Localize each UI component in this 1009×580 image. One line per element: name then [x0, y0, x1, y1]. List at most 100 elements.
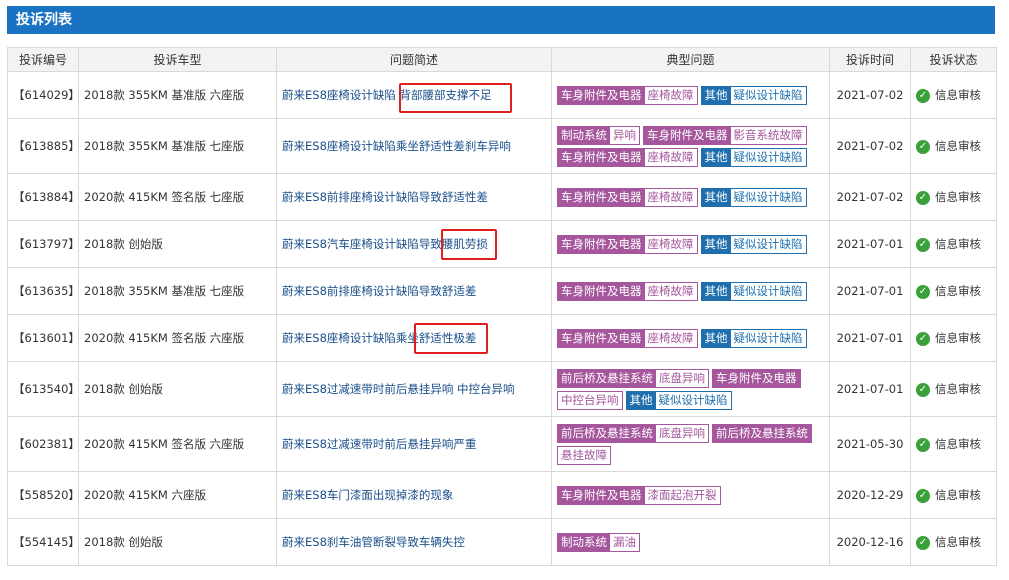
complaint-summary-link[interactable]: 蔚来ES8座椅设计缺陷 背部腰部支撑不足 [276, 71, 552, 119]
complaint-id: 【602381】 [7, 416, 80, 472]
issue-tag[interactable]: 车身附件及电器 漆面起泡开裂 [557, 486, 721, 505]
issue-tag[interactable]: 车身附件及电器 座椅故障 [557, 148, 698, 167]
status-text: 信息审核 [935, 382, 981, 396]
status-text: 信息审核 [935, 488, 981, 502]
issue-tag[interactable]: 其他 疑似设计缺陷 [625, 391, 732, 410]
complaint-summary-text[interactable]: 蔚来ES8过减速带时前后悬挂异响严重 [282, 437, 476, 451]
status-text: 信息审核 [935, 237, 981, 251]
complaint-summary-link[interactable]: 蔚来ES8过减速带时前后悬挂异响严重 [276, 416, 552, 472]
issue-tag[interactable]: 前后桥及悬挂系统 底盘异响 [557, 424, 709, 443]
issue-tag[interactable]: 其他 疑似设计缺陷 [700, 329, 807, 348]
complaint-summary-link[interactable]: 蔚来ES8前排座椅设计缺陷导致舒适性差 [276, 173, 552, 221]
complaint-date: 2021-05-30 [829, 416, 911, 472]
complaint-id: 【613884】 [7, 173, 80, 221]
section-title-bar: 投诉列表 [7, 6, 995, 34]
issue-tag-category: 前后桥及悬挂系统 [713, 425, 811, 442]
complaint-summary-link[interactable]: 蔚来ES8刹车油管断裂导致车辆失控 [276, 518, 552, 566]
table-row[interactable]: 【613635】 2018款 355KM 基准版 七座版 蔚来ES8前排座椅设计缺陷… [7, 267, 997, 315]
status-text: 信息审核 [935, 535, 981, 549]
complaint-id: 【613601】 [7, 314, 80, 362]
check-circle-icon: ✓ [916, 237, 930, 252]
issue-tag-subcategory: 疑似设计缺陷 [730, 189, 806, 206]
status-text: 信息审核 [935, 190, 981, 204]
issue-tag-category: 其他 [626, 392, 656, 409]
issue-tag[interactable]: 车身附件及电器 影音系统故障 [643, 126, 807, 145]
check-circle-icon: ✓ [916, 535, 930, 550]
complaint-model: 2020款 415KM 签名版 六座版 [78, 416, 277, 472]
typical-issue-cell: 车身附件及电器 座椅故障 其他 疑似设计缺陷 [551, 314, 830, 362]
complaint-summary-text[interactable]: 蔚来ES8座椅设计缺陷乘坐舒适性差刹车异响 [282, 139, 511, 153]
table-row[interactable]: 【614029】 2018款 355KM 基准版 六座版 蔚来ES8座椅设计缺陷 背… [7, 71, 997, 119]
complaint-status: ✓ 信息审核 [910, 71, 997, 119]
complaint-summary-link[interactable]: 蔚来ES8座椅设计缺陷乘坐舒适性极差 [276, 314, 552, 362]
complaint-summary-link[interactable]: 蔚来ES8汽车座椅设计缺陷导致腰肌劳损 [276, 220, 552, 268]
table-row[interactable]: 【558520】 2020款 415KM 六座版 蔚来ES8车门漆面出现掉漆的现象 车… [7, 471, 997, 519]
table-row[interactable]: 【613797】 2018款 创始版 蔚来ES8汽车座椅设计缺陷导致腰肌劳损 车身附件… [7, 220, 997, 268]
complaint-summary-text[interactable]: 蔚来ES8车门漆面出现掉漆的现象 [282, 488, 453, 502]
issue-tag[interactable]: 车身附件及电器 座椅故障 [557, 188, 698, 207]
issue-tag-category: 其他 [701, 283, 731, 300]
issue-tag[interactable]: 车身附件及电器 座椅故障 [557, 282, 698, 301]
complaint-summary-link[interactable]: 蔚来ES8过减速带时前后悬挂异响 中控台异响 [276, 361, 552, 417]
issue-tag[interactable]: 制动系统 异响 [557, 126, 640, 145]
issue-tag[interactable]: 其他 疑似设计缺陷 [700, 188, 807, 207]
issue-tag[interactable]: 其他 疑似设计缺陷 [700, 282, 807, 301]
issue-tag[interactable]: 其他 疑似设计缺陷 [700, 86, 807, 105]
complaint-summary-text[interactable]: 蔚来ES8座椅设计缺陷 背部腰部支撑不足 [282, 88, 492, 102]
table-row[interactable]: 【613884】 2020款 415KM 签名版 七座版 蔚来ES8前排座椅设计缺陷… [7, 173, 997, 221]
issue-tag[interactable]: 前后桥及悬挂系统 底盘异响 [557, 369, 709, 388]
complaint-status: ✓ 信息审核 [910, 173, 997, 221]
table-row[interactable]: 【554145】 2018款 创始版 蔚来ES8刹车油管断裂导致车辆失控 制动系统 漏油… [7, 518, 997, 566]
complaint-summary-text[interactable]: 蔚来ES8过减速带时前后悬挂异响 中控台异响 [282, 382, 515, 396]
issue-tag-subcategory: 疑似设计缺陷 [730, 149, 806, 166]
table-header-row: 投诉编号 投诉车型 问题简述 典型问题 投诉时间 投诉状态 [7, 47, 997, 72]
issue-tag[interactable]: 车身附件及电器 座椅故障 [557, 235, 698, 254]
complaint-id: 【613885】 [7, 118, 80, 174]
check-circle-icon: ✓ [916, 88, 930, 103]
complaint-model: 2018款 创始版 [78, 361, 277, 417]
complaint-id: 【554145】 [7, 518, 80, 566]
typical-issue-cell: 车身附件及电器 漆面起泡开裂 [551, 471, 830, 519]
complaint-summary-text[interactable]: 蔚来ES8座椅设计缺陷乘坐舒适性极差 [282, 331, 476, 345]
complaint-summary-text[interactable]: 蔚来ES8前排座椅设计缺陷导致舒适差 [282, 284, 476, 298]
complaint-summary-link[interactable]: 蔚来ES8前排座椅设计缺陷导致舒适差 [276, 267, 552, 315]
issue-tag[interactable]: 前后桥及悬挂系统 [712, 424, 812, 443]
issue-tag[interactable]: 悬挂故障 [557, 446, 611, 465]
status-text: 信息审核 [935, 331, 981, 345]
issue-tag[interactable]: 其他 疑似设计缺陷 [700, 148, 807, 167]
complaint-summary-text[interactable]: 蔚来ES8刹车油管断裂导致车辆失控 [282, 535, 465, 549]
issue-tag[interactable]: 中控台异响 [557, 391, 623, 410]
check-circle-icon: ✓ [916, 382, 930, 397]
complaint-model: 2018款 创始版 [78, 518, 277, 566]
table-row[interactable]: 【613540】 2018款 创始版 蔚来ES8过减速带时前后悬挂异响 中控台异响 前… [7, 361, 997, 417]
issue-tag-subcategory: 疑似设计缺陷 [655, 392, 731, 409]
table-row[interactable]: 【613885】 2018款 355KM 基准版 七座版 蔚来ES8座椅设计缺陷乘坐… [7, 118, 997, 174]
issue-tag[interactable]: 车身附件及电器 座椅故障 [557, 329, 698, 348]
issue-tag[interactable]: 其他 疑似设计缺陷 [700, 235, 807, 254]
table-row[interactable]: 【602381】 2020款 415KM 签名版 六座版 蔚来ES8过减速带时前后悬… [7, 416, 997, 472]
complaint-summary-link[interactable]: 蔚来ES8车门漆面出现掉漆的现象 [276, 471, 552, 519]
complaint-summary-text[interactable]: 蔚来ES8前排座椅设计缺陷导致舒适性差 [282, 190, 488, 204]
issue-tag-subcategory: 影音系统故障 [730, 127, 806, 144]
issue-tag-category: 制动系统 [558, 534, 610, 551]
complaint-id: 【614029】 [7, 71, 80, 119]
table-row[interactable]: 【613601】 2020款 415KM 签名版 六座版 蔚来ES8座椅设计缺陷乘坐… [7, 314, 997, 362]
typical-issue-cell: 制动系统 异响 车身附件及电器 影音系统故障车身附件及电器 座椅故障 其他 疑似设计缺陷 [551, 118, 830, 174]
complaint-summary-link[interactable]: 蔚来ES8座椅设计缺陷乘坐舒适性差刹车异响 [276, 118, 552, 174]
column-header-summary: 问题简述 [276, 47, 552, 72]
status-text: 信息审核 [935, 139, 981, 153]
column-header-typical-issue: 典型问题 [551, 47, 830, 72]
issue-tag-category: 前后桥及悬挂系统 [558, 425, 656, 442]
complaint-status: ✓ 信息审核 [910, 361, 997, 417]
complaint-model: 2018款 创始版 [78, 220, 277, 268]
complaint-model: 2018款 355KM 基准版 六座版 [78, 71, 277, 119]
issue-tag-category: 车身附件及电器 [558, 189, 645, 206]
typical-issue-cell: 车身附件及电器 座椅故障 其他 疑似设计缺陷 [551, 71, 830, 119]
complaint-date: 2021-07-02 [829, 173, 911, 221]
check-circle-icon: ✓ [916, 331, 930, 346]
complaint-summary-text[interactable]: 蔚来ES8汽车座椅设计缺陷导致腰肌劳损 [282, 237, 488, 251]
issue-tag[interactable]: 车身附件及电器 座椅故障 [557, 86, 698, 105]
complaint-date: 2020-12-16 [829, 518, 911, 566]
issue-tag[interactable]: 制动系统 漏油 [557, 533, 640, 552]
issue-tag[interactable]: 车身附件及电器 [712, 369, 801, 388]
